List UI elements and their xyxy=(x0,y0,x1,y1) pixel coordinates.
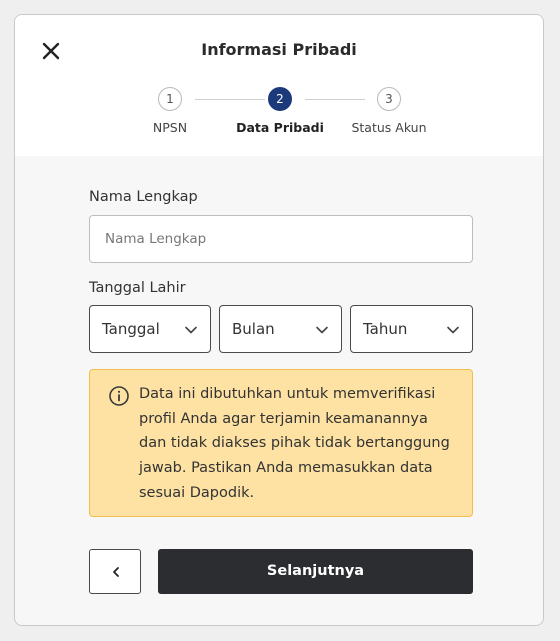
verification-notice: Data ini dibutuhkan untuk memverifikasi … xyxy=(89,369,473,517)
day-select-value: Tanggal xyxy=(102,320,160,338)
step-connector xyxy=(195,99,265,100)
personal-info-dialog: Informasi Pribadi 1 2 3 NPSN Data Pribad… xyxy=(14,14,544,626)
step-1-label: NPSN xyxy=(152,120,188,135)
chevron-down-icon xyxy=(316,326,328,334)
back-button[interactable] xyxy=(89,549,141,594)
month-select[interactable]: Bulan xyxy=(219,305,342,353)
chevron-down-icon xyxy=(185,326,197,334)
step-2-circle: 2 xyxy=(268,87,292,111)
birthdate-label: Tanggal Lahir xyxy=(89,280,186,296)
step-1-circle: 1 xyxy=(158,87,182,111)
chevron-left-icon xyxy=(113,567,119,577)
name-label: Nama Lengkap xyxy=(89,189,198,205)
full-name-input[interactable] xyxy=(89,215,473,263)
dialog-header: Informasi Pribadi 1 2 3 NPSN Data Pribad… xyxy=(15,15,543,156)
step-3-circle: 3 xyxy=(377,87,401,111)
notice-text: Data ini dibutuhkan untuk memverifikasi … xyxy=(139,386,450,501)
step-2-label: Data Pribadi xyxy=(236,120,324,135)
step-3-label: Status Akun xyxy=(351,120,427,135)
progress-stepper: 1 2 3 NPSN Data Pribadi Status Akun xyxy=(15,87,543,147)
dialog-title: Informasi Pribadi xyxy=(201,40,357,59)
step-connector xyxy=(305,99,365,100)
info-circle-icon xyxy=(109,386,129,406)
next-button[interactable]: Selanjutnya xyxy=(158,549,473,594)
year-select[interactable]: Tahun xyxy=(350,305,473,353)
year-select-value: Tahun xyxy=(363,320,408,338)
month-select-value: Bulan xyxy=(232,320,275,338)
chevron-down-icon xyxy=(447,326,459,334)
day-select[interactable]: Tanggal xyxy=(89,305,211,353)
